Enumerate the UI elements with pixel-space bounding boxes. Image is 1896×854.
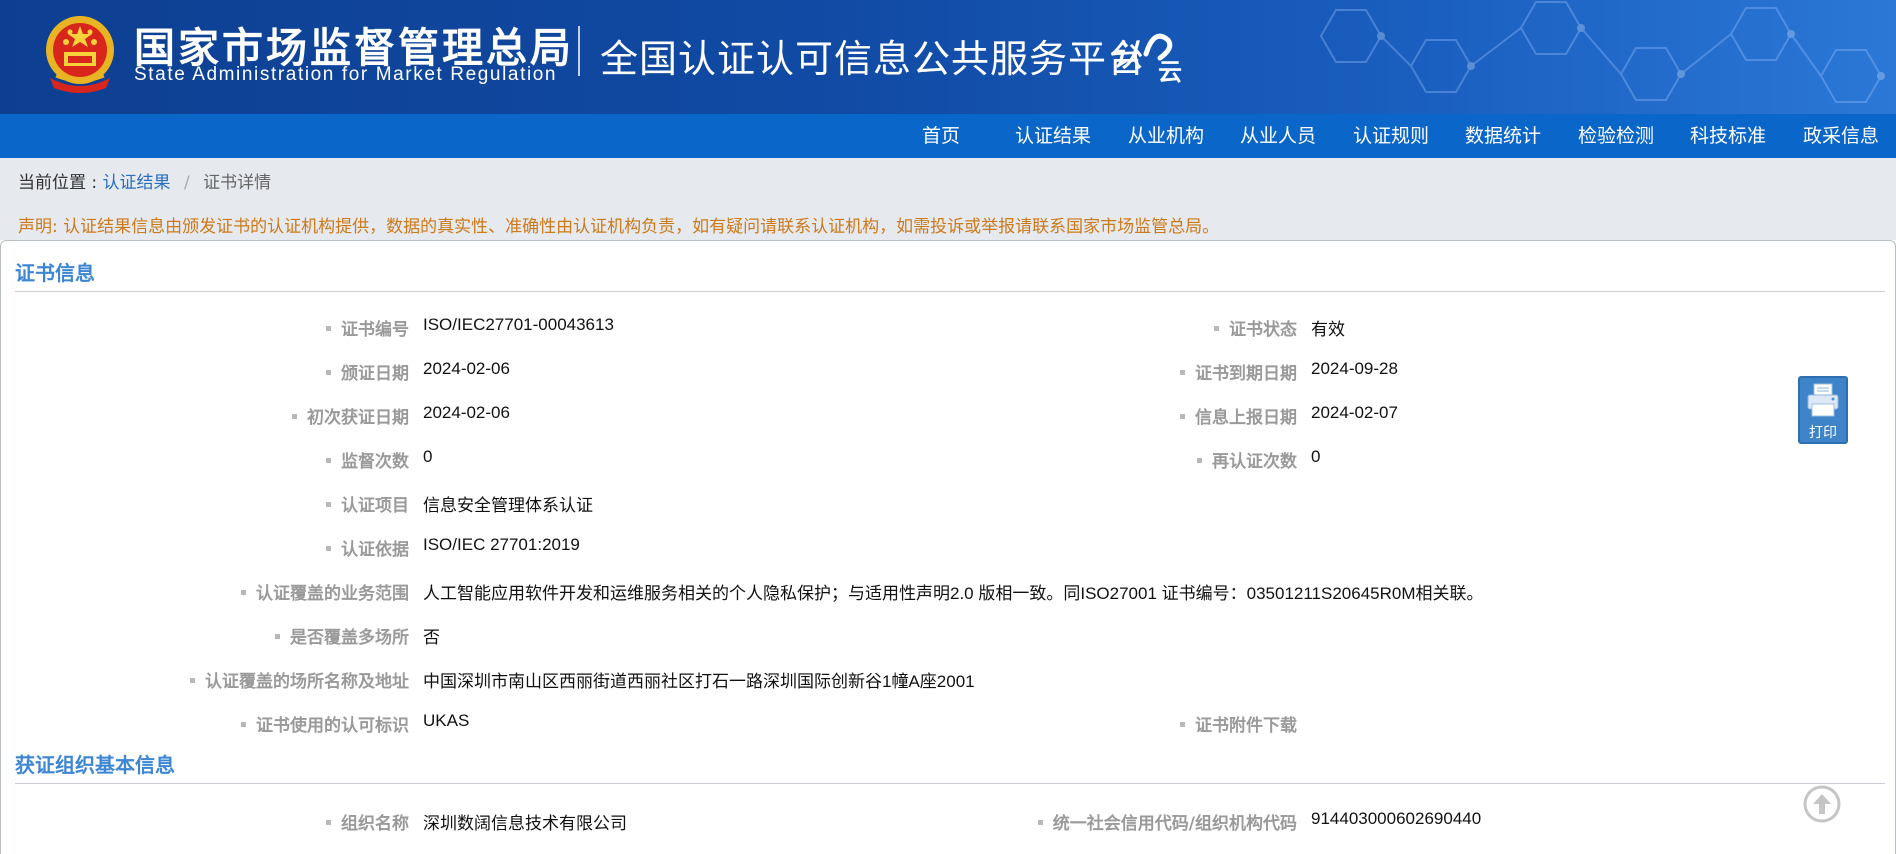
credit-code-label: 统一社会信用代码/组织机构代码 [1038,809,1297,834]
nav-item-cert-results[interactable]: 认证结果 [1015,114,1091,158]
supervision-count-value: 0 [423,447,433,466]
nav-item-rules[interactable]: 认证规则 [1353,114,1429,158]
cert-no-label: 证书编号 [326,315,409,340]
accreditation-mark-value: UKAS [423,711,470,730]
certificate-detail-panel: 证书信息 证书编号 ISO/IEC27701-00043613 证书状态 有效 … [0,240,1896,854]
org-name-label: 组织名称 [326,809,409,834]
nav-item-procurement[interactable]: 政采信息 [1803,114,1879,158]
arrow-up-circle-icon[interactable] [1802,784,1842,824]
report-date-label: 信息上报日期 [1180,403,1297,428]
nav-item-home[interactable]: 首页 [922,114,960,158]
business-scope-label: 认证覆盖的业务范围 [241,579,409,604]
site-address-value: 中国深圳市南山区西丽街道西丽社区打石一路深圳国际创新谷1幢A座2001 [423,672,975,691]
site-address-label: 认证覆盖的场所名称及地址 [190,667,409,692]
business-scope-value: 人工智能应用软件开发和运维服务相关的个人隐私保护；与适用性声明2.0 版相一致。… [423,584,1484,603]
section-title-cert-info: 证书信息 [15,261,95,285]
print-button[interactable]: 打印 [1798,376,1848,444]
attachment-download-label[interactable]: 证书附件下载 [1180,711,1297,736]
supervision-count-label: 监督次数 [326,447,409,472]
breadcrumb-area: 当前位置 : 认证结果 / 证书详情 声明: 认证结果信息由颁发证书的认证机构提… [0,158,1896,240]
header-divider [578,26,580,76]
hexagon-pattern-decoration [1319,0,1885,103]
expiry-date-label: 证书到期日期 [1180,359,1297,384]
first-date-label: 初次获证日期 [292,403,409,428]
recert-count-label: 再认证次数 [1197,447,1297,472]
issue-date-label: 颁证日期 [326,359,409,384]
breadcrumb-separator: / [183,173,190,193]
cert-status-label: 证书状态 [1214,315,1297,340]
credit-code-value: 914403000602690440 [1311,809,1482,828]
nav-item-personnel[interactable]: 从业人员 [1240,114,1316,158]
section-divider [15,291,1885,292]
breadcrumb: 当前位置 : 认证结果 / 证书详情 [18,168,271,193]
nav-item-institutions[interactable]: 从业机构 [1128,114,1204,158]
cert-project-label: 认证项目 [326,491,409,516]
site-header: 国家市场监督管理总局 State Administration for Mark… [0,0,1896,114]
cert-project-value: 信息安全管理体系认证 [423,496,593,515]
breadcrumb-current: 证书详情 [203,173,272,193]
nav-item-inspection[interactable]: 检验检测 [1578,114,1654,158]
nav-item-statistics[interactable]: 数据统计 [1465,114,1541,158]
cert-basis-value: ISO/IEC 27701:2019 [423,535,580,554]
main-nav: 首页 认证结果 从业机构 从业人员 认证规则 数据统计 检验检测 科技标准 政采… [0,114,1896,158]
accreditation-mark-label: 证书使用的认可标识 [241,711,409,736]
platform-title: 全国认证认可信息公共服务平台 [600,37,1147,81]
breadcrumb-link-cert-results[interactable]: 认证结果 [103,173,171,193]
cert-no-value: ISO/IEC27701-00043613 [423,315,614,334]
agency-name-en: State Administration for Market Regulati… [134,64,558,85]
report-date-value: 2024-02-07 [1311,403,1398,422]
renzheng-yun-logo-icon: 认 云 [1112,33,1182,86]
printer-icon [1807,383,1839,417]
nav-item-standards[interactable]: 科技标准 [1690,114,1766,158]
issue-date-value: 2024-02-06 [423,359,510,378]
cert-status-value: 有效 [1311,320,1345,339]
section-divider [15,783,1885,784]
national-emblem-icon [46,16,114,93]
section-title-org-info: 获证组织基本信息 [15,753,175,777]
recert-count-value: 0 [1311,447,1321,466]
disclaimer-notice: 声明: 认证结果信息由颁发证书的认证机构提供，数据的真实性、准确性由认证机构负责… [18,217,1220,237]
first-date-value: 2024-02-06 [423,403,510,422]
svg-text:认: 认 [1112,39,1142,74]
expiry-date-value: 2024-09-28 [1311,359,1398,378]
multisite-label: 是否覆盖多场所 [275,623,409,648]
svg-text:云: 云 [1158,58,1182,86]
multisite-value: 否 [423,628,440,647]
print-label: 打印 [1809,425,1837,441]
org-name-value: 深圳数阔信息技术有限公司 [423,814,627,833]
cert-basis-label: 认证依据 [326,535,409,560]
breadcrumb-label: 当前位置 : [18,173,98,193]
